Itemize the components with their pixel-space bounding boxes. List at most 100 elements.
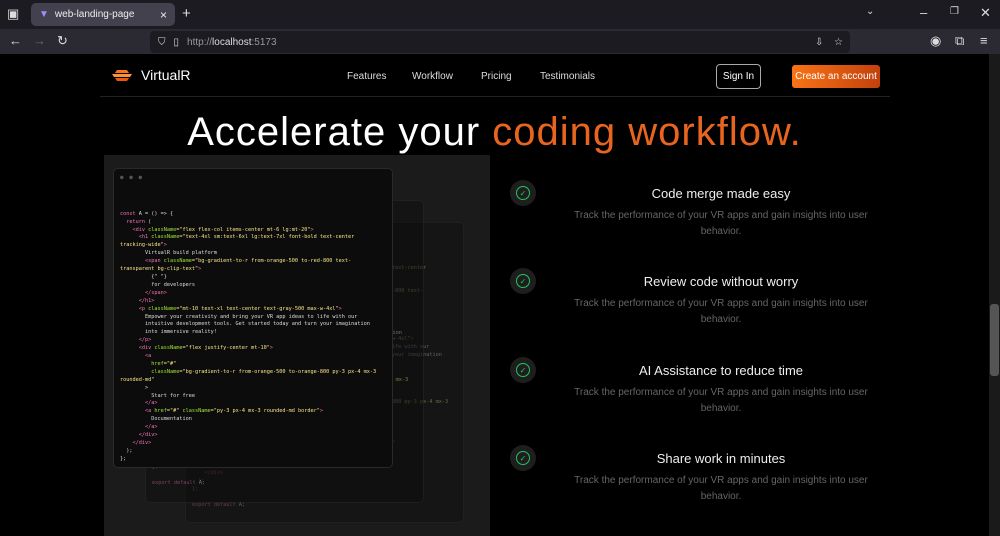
code-line: tracking-wide"> [120,242,386,250]
code-token: ="#" [163,360,177,367]
check-circle-icon: ✓ [510,268,536,294]
code-token: > [338,305,342,312]
code-token: className [154,345,183,352]
code-line: <a href="#" className="py-3 px-4 mx-3 ro… [120,408,386,416]
code-token: <h1 [120,234,152,241]
code-line: <span className="bg-gradient-to-r from-o… [120,258,386,266]
code-token: className [120,368,180,375]
browser-tab[interactable]: ▼ web-landing-page × [31,3,175,26]
code-token: className [151,234,180,241]
hero-title-plain: Accelerate your [187,110,493,154]
code-token: ="mt-10 text-xl text-center text-gray-50… [176,305,339,312]
code-token: </a> [120,424,158,431]
logo[interactable]: VirtualR [111,67,191,83]
close-window-icon[interactable]: ✕ [980,5,991,21]
reload-icon[interactable]: ↻ [57,33,68,49]
code-token: const [120,210,136,217]
code-token: <p [120,305,149,312]
sign-in-button[interactable]: Sign In [716,64,761,89]
code-token: }; [120,455,127,462]
check-circle-icon: ✓ [510,357,536,383]
hero-title-accent: coding workflow. [492,110,802,154]
code-token: export default [152,479,196,486]
code-line: {" "} [120,274,386,282]
code-token: ( [145,218,152,225]
minimize-icon[interactable]: – [920,5,927,20]
code-line: <div className="flex flex-col items-cent… [120,227,386,235]
code-line: const A = () => { [120,211,386,219]
code-line: Empower your creativity and bring your V… [120,314,386,322]
code-line: </div> [120,440,386,448]
code-line: className="bg-gradient-to-r from-orange-… [120,369,386,377]
code-token: ="text-4xl sm:text-6xl lg:text-7xl font-… [179,234,355,241]
code-line: </a> [120,424,386,432]
back-icon[interactable]: ← [9,33,22,48]
code-line: export default A; [192,502,457,510]
code-line: </h1> [120,298,386,306]
code-token: rounded-md" [120,376,155,383]
code-token: > [120,384,149,391]
code-token: </a> [120,400,158,407]
close-tab-icon[interactable]: × [160,8,167,22]
code-line: <p className="mt-10 text-xl text-center … [120,306,386,314]
code-token: into immersive reality! [120,329,217,336]
logo-icon [112,70,132,81]
code-line: transparent bg-clip-text"> [120,266,386,274]
code-token: href [154,408,167,415]
feature-description: Track the performance of your VR apps an… [574,387,868,414]
url-host: localhost [212,36,252,48]
code-token: ); [120,447,133,454]
url-port: :5173 [251,36,277,48]
code-line: </span> [120,290,386,298]
code-line: intuitive development tools. Get started… [120,321,386,329]
feature-title: AI Assistance to reduce time [638,363,804,378]
scrollbar-thumb[interactable] [990,304,999,376]
code-token: transparent bg-clip-text" [120,266,199,273]
scrollbar[interactable] [989,54,1000,536]
code-token: <span [120,258,164,265]
code-token: className [148,305,177,312]
code-token: > [198,266,202,273]
restore-icon[interactable]: ❐ [950,6,959,17]
save-page-icon[interactable]: ⇩ [815,37,823,48]
url-bar[interactable]: ⛉ ▯ http://localhost:5173 ⇩ ☆ [150,31,850,53]
code-line: <a [120,353,386,361]
code-token: <div [120,345,155,352]
code-line: VirtualR build platform [120,250,386,258]
code-token: className [163,258,192,265]
tab-list-chevron-icon[interactable]: ⌄ [866,6,874,17]
feature-description: Track the performance of your VR apps an… [574,210,868,237]
code-token: <a [120,408,155,415]
check-circle-icon: ✓ [510,180,536,206]
bookmark-star-icon[interactable]: ☆ [834,37,843,48]
code-line: for developers [120,282,386,290]
code-line: rounded-md" [120,377,386,385]
create-account-button[interactable]: Create an account [792,65,880,88]
code-token: </h1> [120,297,155,304]
code-card-front: ● ● ● const A = () => { return ( <div cl… [113,168,393,468]
code-token: Empower your creativity and bring your V… [120,313,358,320]
window-dots: ● ● ● [120,174,144,181]
nav-testimonials[interactable]: Testimonials [540,71,595,82]
menu-icon[interactable]: ≡ [980,33,988,48]
extensions-icon[interactable]: ⧉ [955,33,964,49]
code-token: > [310,226,314,233]
code-token: intuitive development tools. Get started… [120,321,370,328]
tab-overview-icon[interactable]: ▣ [7,6,19,22]
shield-icon: ⛉ [158,36,166,48]
feature-title: Share work in minutes [656,451,786,466]
nav-features[interactable]: Features [347,71,386,82]
account-icon[interactable]: ◉ [930,33,941,49]
code-token: ="py-3 px-4 mx-3 rounded-md border" [210,408,320,415]
url-prefix: http:// [187,36,213,48]
nav-pricing[interactable]: Pricing [481,71,512,82]
code-line: into immersive reality! [120,329,386,337]
nav-workflow[interactable]: Workflow [412,71,453,82]
forward-icon[interactable]: → [33,33,46,48]
brand-name: VirtualR [141,67,191,83]
new-tab-icon[interactable]: + [182,5,191,22]
code-token: className [148,226,177,233]
tab-bar: ▣ ▼ web-landing-page × + ⌄ – ❐ ✕ [0,0,1000,29]
